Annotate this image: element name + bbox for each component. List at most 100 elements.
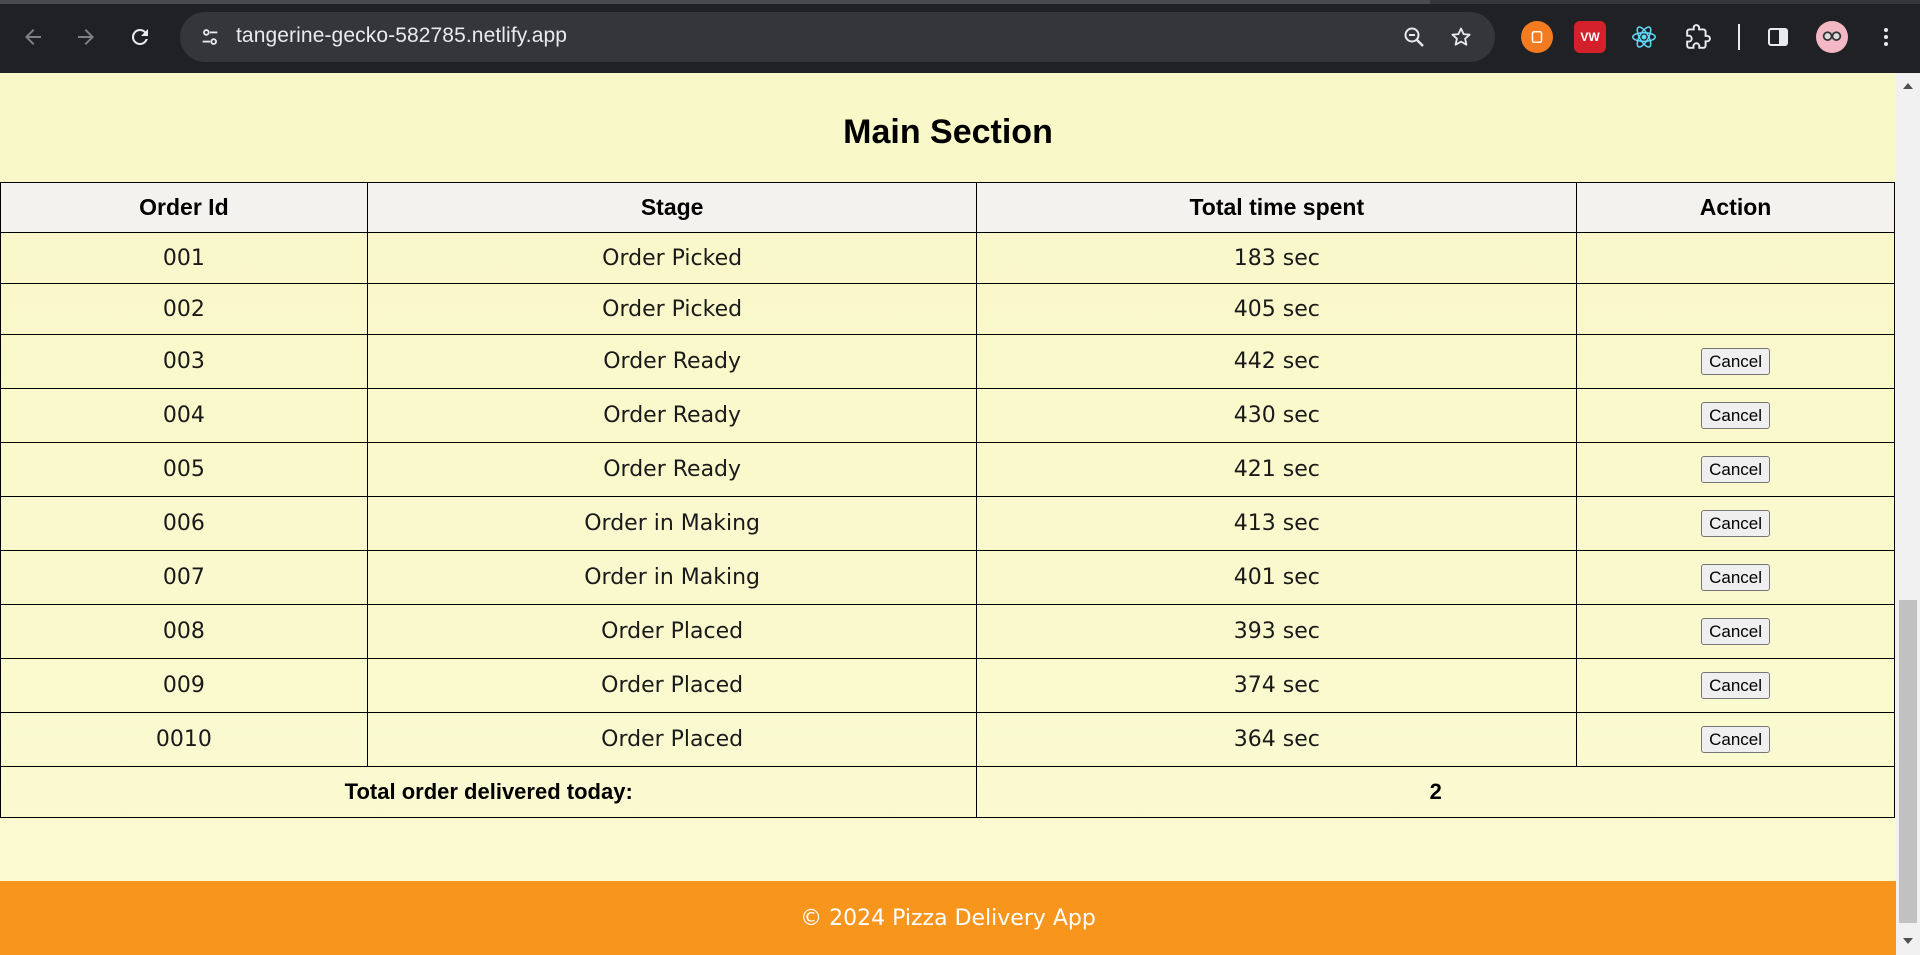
time-cell: 421 sec xyxy=(976,442,1578,497)
column-header-stage: Stage xyxy=(366,182,978,233)
table-total-row: Total order delivered today: 2 xyxy=(0,766,1895,818)
column-header-order-id: Order Id xyxy=(0,182,368,233)
page-viewport: Main Section Order Id Stage Total time s… xyxy=(0,73,1896,955)
stage-cell: Order Ready xyxy=(366,442,978,497)
time-cell: 364 sec xyxy=(976,712,1578,767)
scroll-down-arrow[interactable] xyxy=(1899,933,1917,949)
side-panel-icon xyxy=(1768,28,1788,46)
action-cell: Cancel xyxy=(1576,442,1895,497)
order-id-cell: 001 xyxy=(0,232,368,284)
browser-menu-button[interactable] xyxy=(1870,21,1902,53)
table-row: 0010 Order Placed 364 sec Cancel xyxy=(0,712,1895,767)
table-row: 008 Order Placed 393 sec Cancel xyxy=(0,604,1895,659)
reload-button[interactable] xyxy=(121,18,159,56)
time-cell: 401 sec xyxy=(976,550,1578,605)
stage-cell: Order Placed xyxy=(366,712,978,767)
table-row: 001 Order Picked 183 sec xyxy=(0,232,1895,284)
forward-button[interactable] xyxy=(67,18,105,56)
active-tab-edge xyxy=(0,0,1430,4)
cancel-button[interactable]: Cancel xyxy=(1701,726,1771,753)
action-cell: Cancel xyxy=(1576,550,1895,605)
stage-cell: Order Ready xyxy=(366,388,978,443)
bookmark-button[interactable] xyxy=(1447,23,1475,51)
order-id-cell: 002 xyxy=(0,283,368,335)
action-cell: Cancel xyxy=(1576,388,1895,443)
action-cell: Cancel xyxy=(1576,712,1895,767)
tab-strip-edge xyxy=(0,0,1920,4)
profile-avatar[interactable] xyxy=(1816,21,1848,53)
order-id-cell: 004 xyxy=(0,388,368,443)
page-title: Main Section xyxy=(843,113,1053,151)
arrow-left-icon xyxy=(25,29,41,45)
stage-cell: Order Placed xyxy=(366,658,978,713)
extension-vw-icon[interactable]: VW xyxy=(1574,21,1606,53)
order-id-cell: 006 xyxy=(0,496,368,551)
stage-cell: Order Picked xyxy=(366,283,978,335)
table-row: 004 Order Ready 430 sec Cancel xyxy=(0,388,1895,443)
cancel-button[interactable]: Cancel xyxy=(1701,456,1771,483)
toolbar-divider xyxy=(1738,24,1740,50)
triangle-up-icon xyxy=(1903,83,1913,89)
time-cell: 374 sec xyxy=(976,658,1578,713)
stage-cell: Order Ready xyxy=(366,334,978,389)
table-header-row: Order Id Stage Total time spent Action xyxy=(0,182,1895,233)
column-header-action: Action xyxy=(1576,182,1895,233)
time-cell: 430 sec xyxy=(976,388,1578,443)
order-id-cell: 008 xyxy=(0,604,368,659)
table-row: 007 Order in Making 401 sec Cancel xyxy=(0,550,1895,605)
zoom-out-icon xyxy=(1404,27,1424,47)
table-row: 006 Order in Making 413 sec Cancel xyxy=(0,496,1895,551)
back-button[interactable] xyxy=(14,18,52,56)
cancel-button[interactable]: Cancel xyxy=(1701,348,1771,375)
orders-table: Order Id Stage Total time spent Action 0… xyxy=(0,182,1895,818)
extension-glyph-icon xyxy=(1531,31,1543,43)
order-id-cell: 009 xyxy=(0,658,368,713)
column-header-total-time: Total time spent xyxy=(976,182,1578,233)
arrow-right-icon xyxy=(78,29,94,45)
footer-copyright: © 2024 Pizza Delivery App xyxy=(800,905,1096,931)
table-row: 009 Order Placed 374 sec Cancel xyxy=(0,658,1895,713)
scroll-up-arrow[interactable] xyxy=(1899,78,1917,94)
time-cell: 183 sec xyxy=(976,232,1578,284)
stage-cell: Order Picked xyxy=(366,232,978,284)
cancel-button[interactable]: Cancel xyxy=(1701,618,1771,645)
star-icon xyxy=(1451,27,1471,46)
stage-cell: Order in Making xyxy=(366,496,978,551)
total-delivered-value: 2 xyxy=(976,766,1895,818)
glasses-avatar-icon xyxy=(1822,31,1842,41)
url-text[interactable]: tangerine-gecko-582785.netlify.app xyxy=(236,24,567,48)
order-id-cell: 0010 xyxy=(0,712,368,767)
site-info-button[interactable] xyxy=(194,21,226,53)
zoom-button[interactable] xyxy=(1400,23,1428,51)
cancel-button[interactable]: Cancel xyxy=(1701,672,1771,699)
extensions-button[interactable] xyxy=(1682,21,1714,53)
action-cell: Cancel xyxy=(1576,604,1895,659)
table-row: 002 Order Picked 405 sec xyxy=(0,283,1895,335)
action-cell: Cancel xyxy=(1576,334,1895,389)
scrollbar-thumb[interactable] xyxy=(1899,600,1917,923)
reload-icon xyxy=(131,28,148,45)
time-cell: 393 sec xyxy=(976,604,1578,659)
browser-toolbar: tangerine-gecko-582785.netlify.app VW xyxy=(0,0,1920,73)
puzzle-icon xyxy=(1686,24,1711,49)
extension-orange-icon[interactable] xyxy=(1521,21,1553,53)
stage-cell: Order in Making xyxy=(366,550,978,605)
tune-icon xyxy=(202,29,218,45)
cancel-button[interactable]: Cancel xyxy=(1701,402,1771,429)
react-logo-icon xyxy=(1632,26,1656,48)
table-row: 005 Order Ready 421 sec Cancel xyxy=(0,442,1895,497)
order-id-cell: 007 xyxy=(0,550,368,605)
total-delivered-label: Total order delivered today: xyxy=(0,766,978,818)
time-cell: 405 sec xyxy=(976,283,1578,335)
cancel-button[interactable]: Cancel xyxy=(1701,510,1771,537)
table-row: 003 Order Ready 442 sec Cancel xyxy=(0,334,1895,389)
react-devtools-icon[interactable] xyxy=(1628,21,1660,53)
extension-vw-label: VW xyxy=(1580,30,1600,44)
time-cell: 442 sec xyxy=(976,334,1578,389)
cancel-button[interactable]: Cancel xyxy=(1701,564,1771,591)
order-id-cell: 003 xyxy=(0,334,368,389)
action-cell xyxy=(1576,232,1895,284)
address-bar[interactable]: tangerine-gecko-582785.netlify.app xyxy=(180,12,1495,62)
side-panel-button[interactable] xyxy=(1762,21,1794,53)
page-footer: © 2024 Pizza Delivery App xyxy=(0,881,1896,955)
